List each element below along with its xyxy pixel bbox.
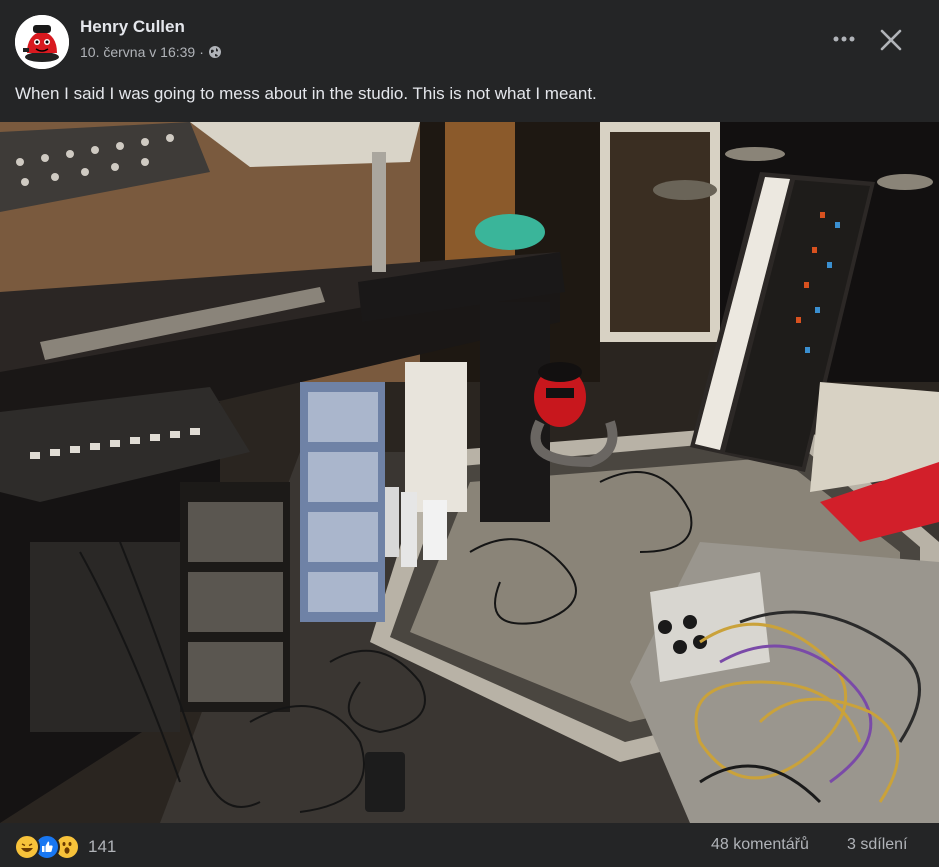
globe-icon[interactable] (208, 45, 222, 59)
shares-count[interactable]: 3 sdílení (847, 836, 907, 854)
comments-count[interactable]: 48 komentářů (711, 836, 809, 854)
post-photo[interactable] (0, 122, 939, 823)
reaction-count[interactable]: 141 (88, 837, 116, 857)
post-meta: 10. června v 16:39 · (80, 44, 222, 60)
author-name[interactable]: Henry Cullen (80, 17, 185, 37)
haha-reaction-icon (14, 834, 40, 860)
close-button[interactable] (873, 22, 909, 58)
close-icon (880, 29, 902, 51)
studio-photo-image (0, 122, 939, 823)
more-options-button[interactable] (826, 24, 862, 54)
author-avatar[interactable] (15, 15, 69, 69)
post-date[interactable]: 10. června v 16:39 (80, 44, 195, 60)
post-header: Henry Cullen 10. června v 16:39 · (0, 0, 939, 80)
reactions-summary[interactable]: 141 (14, 834, 116, 860)
henry-vacuum-avatar-icon (15, 15, 69, 69)
post-footer: 141 48 komentářů 3 sdílení (0, 823, 939, 867)
post-text: When I said I was going to mess about in… (15, 84, 597, 103)
more-options-icon (833, 36, 855, 42)
meta-separator: · (199, 44, 204, 60)
